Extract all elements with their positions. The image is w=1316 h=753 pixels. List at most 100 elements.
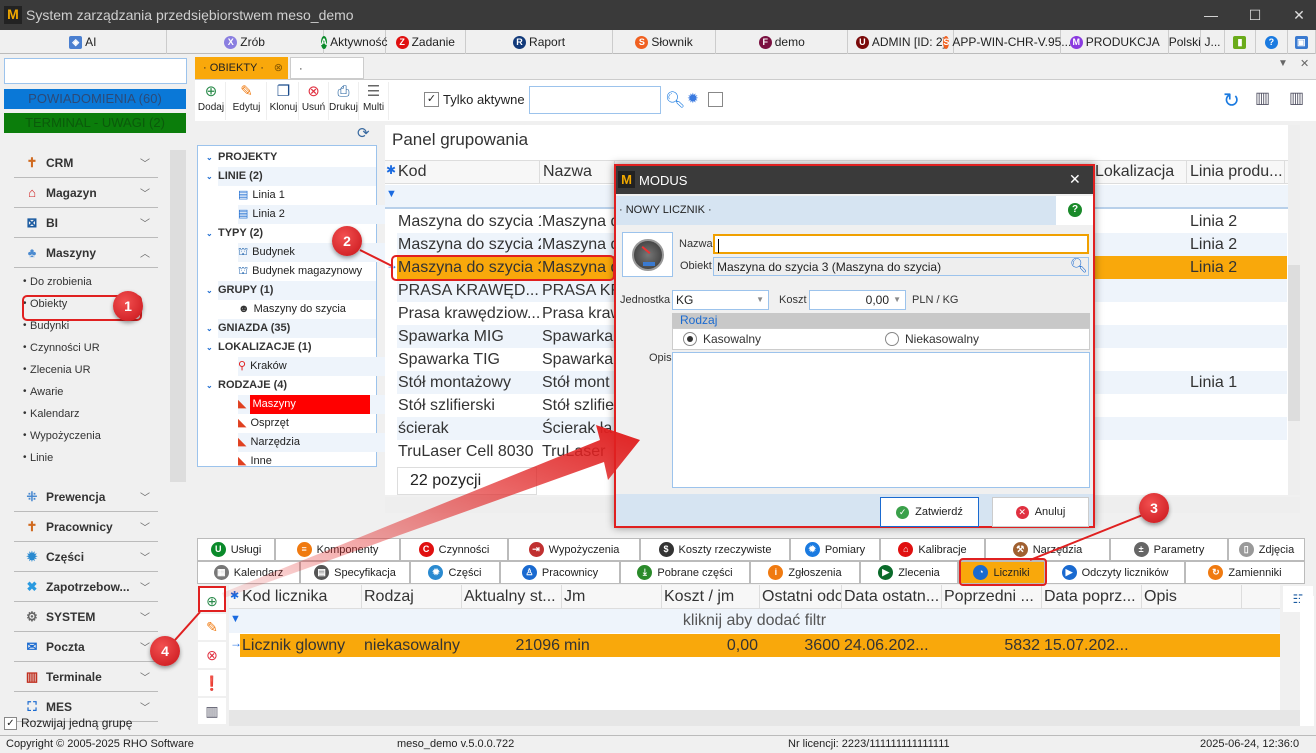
expand-one-group-checkbox[interactable]: ✓ Rozwijaj jedną grupę	[4, 716, 132, 730]
column-header[interactable]: Rodzaj	[362, 585, 462, 609]
sidebar-item-zleceniaur[interactable]: Zlecenia UR	[23, 364, 90, 376]
column-header-nazwa[interactable]: Nazwa	[540, 160, 615, 184]
confirm-button[interactable]: ✓ Zatwierdź	[880, 497, 979, 527]
sidebar-item-dozrobienia[interactable]: Do zrobienia	[23, 276, 92, 288]
toolbar-checkbox[interactable]	[708, 92, 723, 107]
name-input[interactable]	[713, 234, 1089, 254]
sidebar-group-prewencja[interactable]: ⁜ Prewencja ﹀	[14, 482, 158, 512]
tab-zgoszenia[interactable]: i Zgłoszenia	[750, 561, 860, 584]
tab-komponenty[interactable]: ≡ Komponenty	[275, 538, 400, 561]
tab-zlecenia[interactable]: ▶ Zlecenia	[860, 561, 958, 584]
tab-kalendarz[interactable]: ▦ Kalendarz	[197, 561, 300, 584]
tree-node[interactable]: ⌄ LINIE (2)	[206, 167, 376, 186]
clone-button[interactable]: ❐ Klonuj	[269, 82, 299, 120]
column-header-kod[interactable]: Kod	[395, 160, 540, 184]
tab-pobraneczci[interactable]: ⤓ Pobrane części	[620, 561, 750, 584]
column-header[interactable]: Jm	[562, 585, 662, 609]
sidebar-scrollbar[interactable]	[170, 150, 186, 482]
column-header[interactable]: Koszt / jm	[662, 585, 760, 609]
tree-node[interactable]: ⌄ GRUPY (1)	[206, 281, 376, 300]
sidebar-search-input[interactable]	[4, 58, 187, 84]
menu-item[interactable]: A Aktywność	[320, 30, 388, 54]
tab-czynnoci[interactable]: C Czynności	[400, 538, 508, 561]
close-window-button[interactable]: ✕	[1285, 4, 1313, 26]
sidebar-group-pracownicy[interactable]: ✝ Pracownicy ﹀	[14, 512, 158, 542]
menu-item[interactable]: Fdemo	[716, 30, 849, 54]
help-icon[interactable]: ?	[1068, 203, 1082, 217]
column-header[interactable]: Opis	[1142, 585, 1242, 609]
tab-kalibracje[interactable]: ⌂ Kalibracje	[880, 538, 985, 561]
print-button[interactable]: ⎙ Drukuj	[329, 82, 359, 120]
filter-row[interactable]: kliknij aby dodać filtr	[229, 609, 1280, 633]
terminal-notes-button[interactable]: TERMINAL - UWAGI (2)	[4, 113, 186, 133]
column-header[interactable]: Data ostatn...	[842, 585, 942, 609]
tab-czci[interactable]: ✹ Części	[410, 561, 500, 584]
tab-usugi[interactable]: U Usługi	[197, 538, 275, 561]
counters-horizontal-scrollbar[interactable]	[229, 710, 1300, 726]
expand-icon[interactable]: ⌄	[206, 281, 213, 300]
unit-select[interactable]: KG ▼	[672, 290, 769, 310]
sidebar-item-wypoyczenia[interactable]: Wypożyczenia	[23, 430, 101, 442]
add-counter-button[interactable]: ⊕	[198, 586, 226, 612]
column-header[interactable]: Aktualny st...	[462, 585, 562, 609]
sidebar-item-kalendarz[interactable]: Kalendarz	[23, 408, 79, 420]
sidebar-group-czci[interactable]: ✹ Części ﹀	[14, 542, 158, 572]
column-header-lokalizacja[interactable]: Lokalizacja	[1092, 160, 1187, 184]
tab-wypoyczenia[interactable]: ⇥ Wypożyczenia	[508, 538, 640, 561]
expand-icon[interactable]: ⌄	[206, 376, 213, 395]
edit-counter-button[interactable]: ✎	[198, 614, 226, 640]
menu-item[interactable]: Polski	[1169, 30, 1202, 54]
grid-vertical-scrollbar[interactable]	[1288, 125, 1300, 495]
sidebar-group-bi[interactable]: ⊠ BI ﹀	[14, 208, 158, 238]
tab-list-dropdown-icon[interactable]: ▼	[1278, 58, 1288, 69]
add-column-icon[interactable]: ▥	[198, 698, 226, 724]
close-all-tabs-icon[interactable]: ✕	[1300, 57, 1309, 70]
menu-item[interactable]: S Słownik	[613, 30, 717, 54]
tree-node[interactable]: ◣ Inne	[238, 452, 396, 471]
sidebar-group-system[interactable]: ⚙ SYSTEM ﹀	[14, 602, 158, 632]
minimize-button[interactable]: —	[1197, 4, 1225, 26]
tab-pomiary[interactable]: ✹ Pomiary	[790, 538, 880, 561]
sidebar-group-terminale[interactable]: ▥ Terminale ﹀	[14, 662, 158, 692]
refresh-icon[interactable]: ↻	[1223, 88, 1240, 113]
column-header[interactable]: Kod licznika	[240, 585, 362, 609]
close-tab-icon[interactable]: ⊗	[274, 57, 283, 79]
sidebar-item-linie[interactable]: Linie	[23, 452, 53, 464]
menu-item[interactable]: Z Zadanie	[386, 30, 466, 54]
add-column-icon[interactable]: ▥	[1255, 88, 1270, 108]
menu-item[interactable]: ▮	[1225, 30, 1257, 54]
sidebar-group-zapotrzebow[interactable]: ✖ Zapotrzebow... ﹀	[14, 572, 158, 602]
menu-item[interactable]: R Raport	[466, 30, 614, 54]
sidebar-group-maszyny[interactable]: ♣ Maszyny ︿	[14, 238, 158, 268]
tab-liczniki[interactable]: ◔ Liczniki	[958, 561, 1045, 584]
cost-input[interactable]: 0,00 ▼	[809, 290, 906, 310]
settings-icon[interactable]: ✹	[687, 90, 699, 107]
tree-node[interactable]: ⌄ LOKALIZACJE (1)	[206, 338, 376, 357]
menu-item[interactable]: U ADMIN [ID: 2]	[848, 30, 955, 54]
sidebar-group-crm[interactable]: ✝ CRM ﹀	[14, 148, 158, 178]
column-header[interactable]: Poprzedni ...	[942, 585, 1042, 609]
menu-item[interactable]: ▣	[1288, 30, 1316, 54]
tab-kosztyrzeczywiste[interactable]: $ Koszty rzeczywiste	[640, 538, 790, 561]
expand-icon[interactable]: ⌄	[206, 167, 213, 186]
tab-pracownicy[interactable]: ♙ Pracownicy	[500, 561, 620, 584]
menu-item[interactable]: S APP-WIN-CHR-V.95...	[943, 30, 1071, 54]
tree-node[interactable]: ▤ Linia 1	[238, 186, 396, 205]
sidebar-item-czynnociur[interactable]: Czynności UR	[23, 342, 100, 354]
tree-node[interactable]: ⚲ Kraków	[238, 357, 396, 376]
sidebar-group-magazyn[interactable]: ⌂ Magazyn ﹀	[14, 178, 158, 208]
tree-node[interactable]: ⛫ Budynek magazynowy	[238, 262, 396, 281]
edit-button[interactable]: ✎ Edytuj	[227, 82, 267, 120]
sidebar-group-poczta[interactable]: ✉ Poczta ﹀	[14, 632, 158, 662]
add-button[interactable]: ⊕ Dodaj	[197, 82, 226, 120]
search-icon[interactable]: 🔍︎	[665, 90, 685, 110]
tab-obiekty[interactable]: · OBIEKTY · ⊗	[195, 57, 288, 79]
tab-parametry[interactable]: ± Parametry	[1110, 538, 1228, 561]
tree-node[interactable]: ◣ Osprzęt	[238, 414, 396, 433]
tab-slowniki[interactable]: · SŁOWNIKI ·	[290, 57, 364, 119]
object-field[interactable]: Maszyna do szycia 3 (Maszyna do szycia)	[713, 257, 1089, 276]
tree-node[interactable]: ▤ Linia 2	[238, 205, 396, 224]
tab-zdjcia[interactable]: ▯ Zdjęcia	[1228, 538, 1305, 561]
menu-item[interactable]: M PRODUKCJA	[1061, 30, 1170, 54]
notifications-button[interactable]: POWIADOMIENIA (60)	[4, 89, 186, 109]
